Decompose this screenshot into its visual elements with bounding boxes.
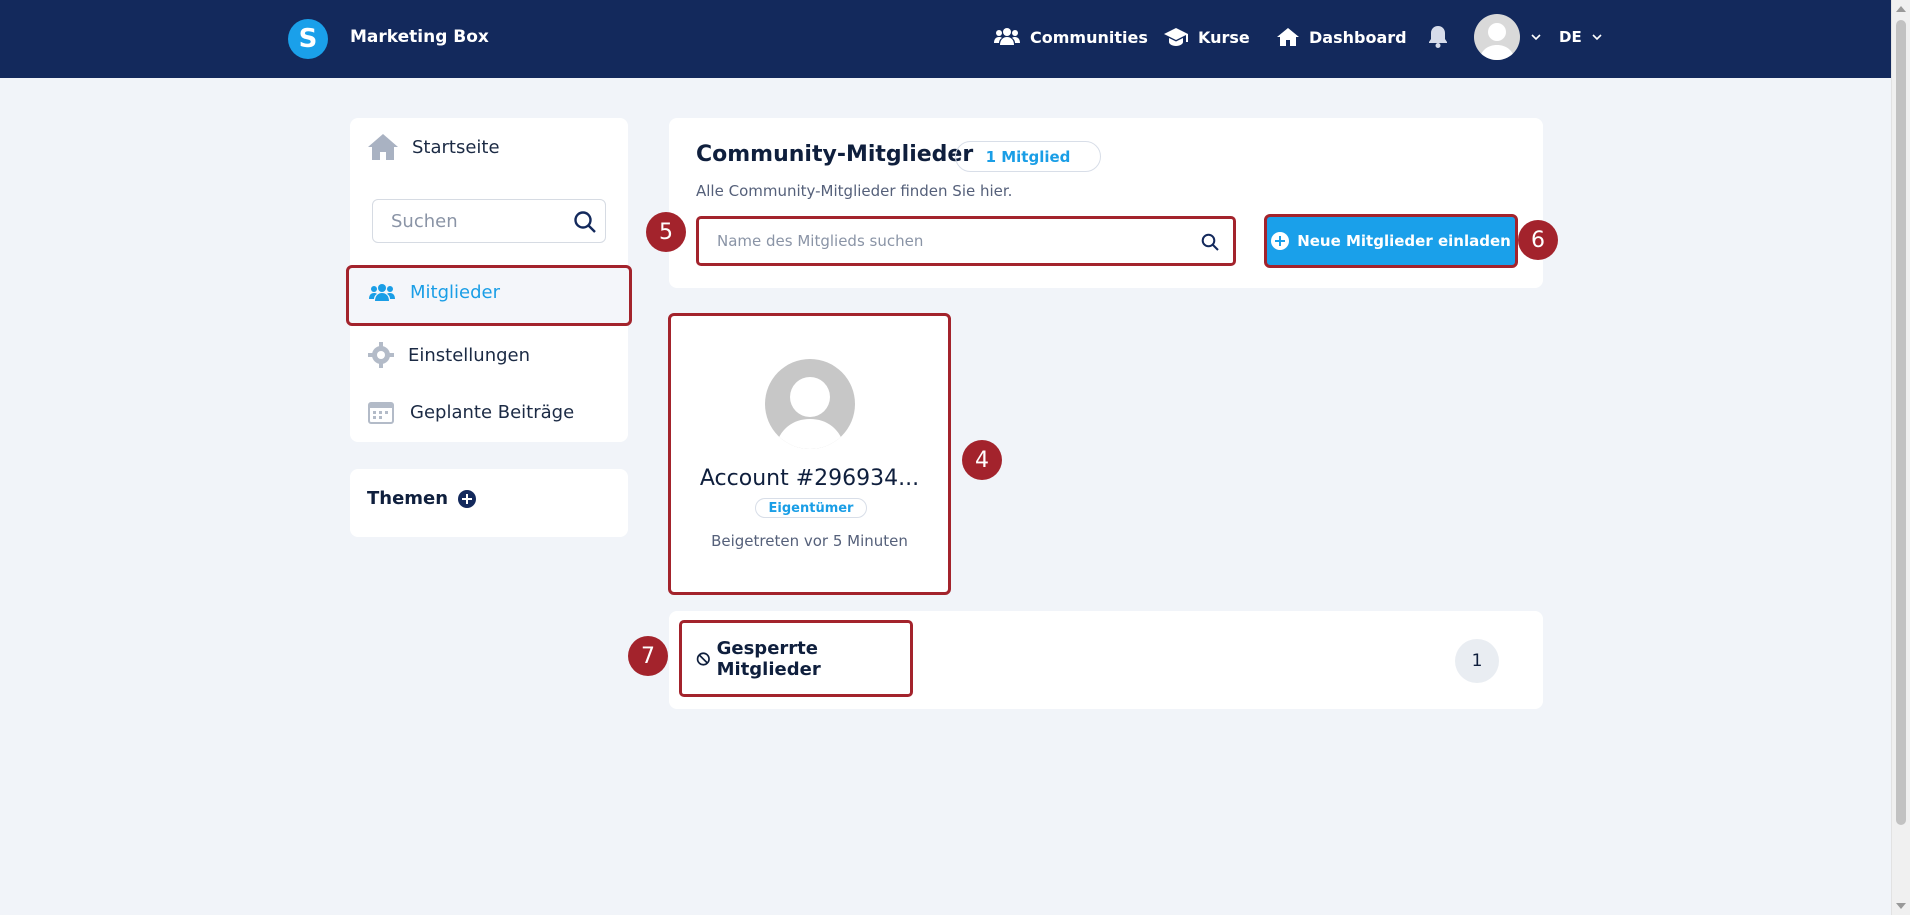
member-name[interactable]: Account #296934... — [671, 466, 948, 491]
nav-communities[interactable]: Communities — [994, 27, 1148, 47]
chevron-down-icon[interactable] — [1590, 30, 1604, 44]
scroll-thumb[interactable] — [1896, 20, 1906, 825]
invite-members-button[interactable]: Neue Mitglieder einladen — [1264, 214, 1518, 268]
sidebar-item-mitglieder-content: Mitglieder — [368, 282, 500, 303]
add-circle-icon[interactable] — [458, 489, 477, 508]
users-icon — [369, 283, 395, 301]
invite-members-label: Neue Mitglieder einladen — [1297, 232, 1511, 250]
graduation-cap-icon — [1164, 28, 1188, 46]
member-joined-text: Beigetreten vor 5 Minuten — [711, 532, 908, 550]
sidebar: Startseite Suchen Mitglieder Einstellung… — [346, 118, 632, 442]
page-title: Community-Mitglieder — [696, 142, 974, 167]
sidebar-search-input[interactable]: Suchen — [372, 199, 606, 243]
top-navbar: S Marketing Box Communities Kurse Dashbo… — [0, 0, 1891, 78]
member-card[interactable]: Account #296934... Eigentümer Beigetrete… — [668, 313, 951, 595]
member-count-badge: 1 Mitglied — [955, 141, 1101, 172]
member-search-input[interactable]: Name des Mitglieds suchen — [696, 216, 1236, 266]
user-silhouette-icon — [1479, 23, 1515, 60]
home-icon — [368, 134, 398, 160]
sidebar-item-label: Startseite — [412, 136, 500, 158]
app-logo[interactable]: S — [288, 19, 328, 59]
sidebar-item-einstellungen[interactable]: Einstellungen — [368, 342, 530, 368]
scroll-up-arrow[interactable] — [1896, 6, 1906, 12]
member-avatar — [765, 359, 855, 449]
nav-kurse-label: Kurse — [1198, 27, 1250, 47]
themen-header: Themen — [367, 488, 477, 509]
page-subtitle: Alle Community-Mitglieder finden Sie hie… — [696, 182, 1013, 200]
sidebar-item-startseite[interactable]: Startseite — [368, 133, 500, 161]
annotation-badge-7: 7 — [628, 636, 668, 676]
sidebar-item-mitglieder[interactable]: Mitglieder — [346, 265, 632, 326]
user-avatar[interactable] — [1474, 14, 1520, 60]
annotation-badge-4: 4 — [962, 440, 1002, 480]
blocked-members-card: Gesperrte Mitglieder 1 — [669, 611, 1543, 709]
ban-icon — [696, 651, 710, 666]
blocked-members-label: Gesperrte Mitglieder — [716, 637, 821, 680]
calendar-icon — [368, 402, 394, 424]
brand-name[interactable]: Marketing Box — [350, 27, 489, 47]
search-icon[interactable] — [573, 210, 597, 234]
add-circle-icon — [1271, 232, 1290, 250]
chevron-down-icon[interactable] — [1529, 30, 1543, 44]
pagination-page-1[interactable]: 1 — [1455, 639, 1499, 683]
nav-dashboard[interactable]: Dashboard — [1277, 27, 1407, 47]
sidebar-item-geplante-beitraege[interactable]: Geplante Beiträge — [368, 400, 574, 424]
annotation-badge-5: 5 — [646, 212, 686, 252]
themen-panel: Themen — [350, 469, 628, 537]
nav-communities-label: Communities — [1030, 27, 1148, 47]
scroll-down-arrow[interactable] — [1896, 903, 1906, 909]
search-icon[interactable] — [1201, 233, 1219, 251]
gear-icon — [368, 342, 394, 368]
members-header-card: Community-Mitglieder 1 Mitglied Alle Com… — [669, 118, 1543, 288]
sidebar-item-label: Einstellungen — [408, 344, 531, 366]
language-selector[interactable]: DE — [1559, 28, 1582, 46]
member-search-placeholder: Name des Mitglieds suchen — [717, 232, 924, 250]
bell-icon[interactable] — [1428, 26, 1448, 48]
nav-dashboard-label: Dashboard — [1309, 27, 1407, 47]
annotation-badge-6: 6 — [1518, 220, 1558, 260]
blocked-members-toggle[interactable]: Gesperrte Mitglieder — [679, 620, 913, 697]
sidebar-item-label: Geplante Beiträge — [410, 401, 575, 423]
sidebar-search-placeholder: Suchen — [391, 210, 458, 232]
page-scrollbar[interactable] — [1891, 0, 1910, 915]
nav-kurse[interactable]: Kurse — [1164, 27, 1250, 47]
themen-label: Themen — [367, 488, 449, 509]
member-role-badge: Eigentümer — [755, 498, 867, 518]
home-icon — [1277, 28, 1299, 46]
sidebar-item-label: Mitglieder — [410, 282, 500, 303]
user-silhouette-icon — [775, 377, 845, 449]
users-icon — [994, 28, 1020, 45]
